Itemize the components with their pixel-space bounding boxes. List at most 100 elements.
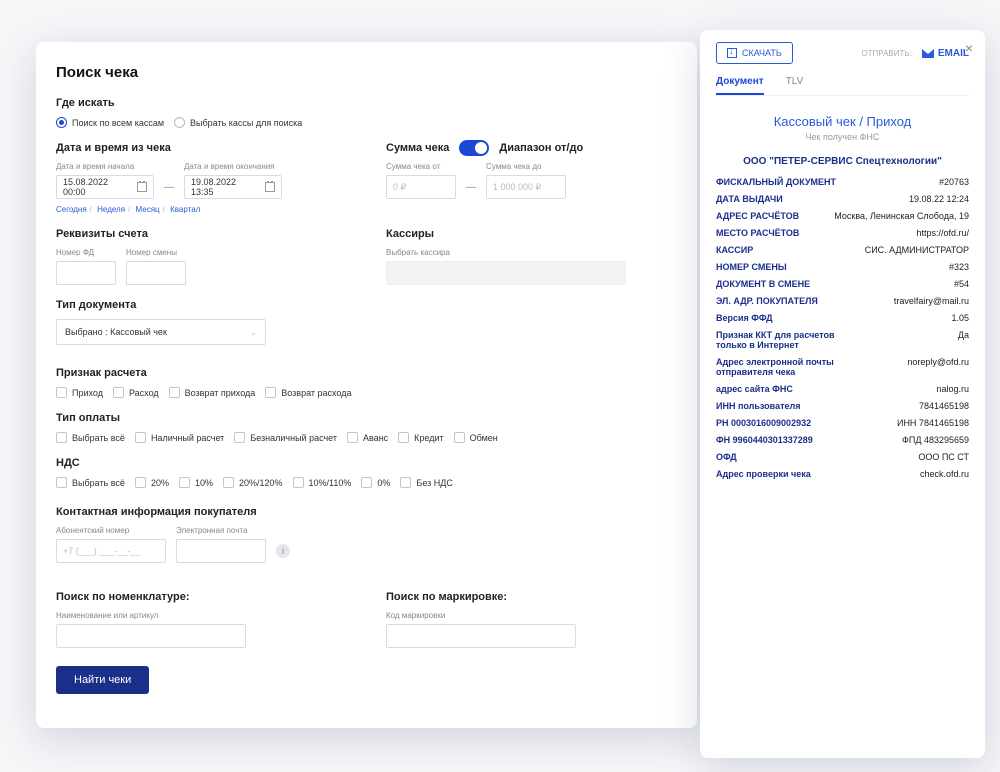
checkbox-icon	[400, 477, 411, 488]
tab-tlv[interactable]: TLV	[786, 76, 804, 95]
paytype-title: Тип оплаты	[56, 412, 677, 424]
checkbox-option[interactable]: Приход	[56, 387, 103, 398]
nomen-input[interactable]	[56, 624, 246, 648]
fd-input[interactable]	[56, 261, 116, 285]
checkbox-option[interactable]: Возврат расхода	[265, 387, 351, 398]
chevron-down-icon: ⌄	[249, 327, 257, 338]
calendar-icon	[265, 182, 275, 192]
checkbox-option[interactable]: Кредит	[398, 432, 443, 443]
date-end-input[interactable]: 19.08.2022 13:35	[184, 175, 282, 199]
doctype-select[interactable]: Выбрано : Кассовый чек⌄	[56, 319, 266, 345]
paytype-options: Выбрать всё Наличный расчет Безналичный ра…	[56, 432, 677, 443]
calc-title: Признак расчета	[56, 367, 677, 379]
link-month[interactable]: Месяц	[136, 205, 160, 214]
checkbox-option[interactable]: Возврат прихода	[169, 387, 256, 398]
download-icon	[727, 48, 737, 58]
search-panel: Поиск чека Где искать Поиск по всем касс…	[36, 42, 697, 728]
panel-title: Поиск чека	[56, 64, 677, 81]
range-toggle[interactable]	[459, 140, 489, 156]
checkbox-icon	[223, 477, 234, 488]
contact-title: Контактная информация покупателя	[56, 506, 677, 518]
nomen-title: Поиск по номенклатуре:	[56, 591, 386, 603]
link-week[interactable]: Неделя	[97, 205, 125, 214]
download-button[interactable]: СКАЧАТЬ	[716, 42, 793, 64]
checkbox-icon	[135, 477, 146, 488]
receipt-row: АДРЕС РАСЧЁТОВМосква, Ленинская Слобода,…	[716, 211, 969, 221]
account-title: Реквизиты счета	[56, 228, 386, 240]
sum-from-input[interactable]	[386, 175, 456, 199]
vat-title: НДС	[56, 457, 677, 469]
receipt-row: КАССИРСИС. АДМИНИСТРАТОР	[716, 245, 969, 255]
checkbox-icon	[135, 432, 146, 443]
link-quarter[interactable]: Квартал	[170, 205, 200, 214]
receipt-row: адрес сайта ФНСnalog.ru	[716, 384, 969, 394]
checkbox-icon	[361, 477, 372, 488]
receipt-row: РН 0003016009002932ИНН 7841465198	[716, 418, 969, 428]
checkbox-option[interactable]: Аванс	[347, 432, 388, 443]
shift-input[interactable]	[126, 261, 186, 285]
vat-options: Выбрать всё 20% 10% 20%/120% 10%/110% 0% Без Н…	[56, 477, 677, 488]
search-button[interactable]: Найти чеки	[56, 666, 149, 694]
close-icon[interactable]: ×	[965, 40, 973, 56]
mail-icon	[922, 49, 934, 58]
receipt-row: ДОКУМЕНТ В СМЕНЕ#54	[716, 279, 969, 289]
receipt-row: ИНН пользователя7841465198	[716, 401, 969, 411]
checkbox-option[interactable]: Выбрать всё	[56, 432, 125, 443]
checkbox-option[interactable]: Безналичный расчет	[234, 432, 337, 443]
email-input[interactable]	[176, 539, 266, 563]
checkbox-option[interactable]: 20%/120%	[223, 477, 283, 488]
email-button[interactable]: EMAIL	[922, 48, 969, 59]
date-start-input[interactable]: 15.08.2022 00:00	[56, 175, 154, 199]
receipt-row: Адрес проверки чекаcheck.ofd.ru	[716, 469, 969, 479]
sum-title: Сумма чека	[386, 142, 449, 154]
radio-icon	[174, 117, 185, 128]
receipt-row: ФН 9960440301337289ФПД 483295659	[716, 435, 969, 445]
checkbox-option[interactable]: 20%	[135, 477, 169, 488]
mark-input[interactable]	[386, 624, 576, 648]
checkbox-icon	[234, 432, 245, 443]
checkbox-option[interactable]: Расход	[113, 387, 159, 398]
checkbox-icon	[293, 477, 304, 488]
checkbox-icon	[56, 432, 67, 443]
calendar-icon	[137, 182, 147, 192]
where-title: Где искать	[56, 97, 677, 109]
receipt-row: ДАТА ВЫДАЧИ19.08.22 12:24	[716, 194, 969, 204]
radio-icon	[56, 117, 67, 128]
checkbox-icon	[347, 432, 358, 443]
checkbox-option[interactable]: Выбрать всё	[56, 477, 125, 488]
info-icon: i	[276, 544, 290, 558]
checkbox-icon	[398, 432, 409, 443]
receipt-subtitle: Чек получен ФНС	[716, 132, 969, 142]
receipt-rows: ФИСКАЛЬНЫЙ ДОКУМЕНТ#20763ДАТА ВЫДАЧИ19.0…	[716, 177, 969, 479]
phone-input[interactable]	[56, 539, 166, 563]
checkbox-option[interactable]: Наличный расчет	[135, 432, 224, 443]
checkbox-icon	[169, 387, 180, 398]
receipt-row: МЕСТО РАСЧЁТОВhttps://ofd.ru/	[716, 228, 969, 238]
checkbox-option[interactable]: 10%/110%	[293, 477, 352, 488]
range-label: Диапазон от/до	[499, 142, 583, 154]
checkbox-option[interactable]: Обмен	[454, 432, 498, 443]
receipt-panel: × СКАЧАТЬ ОТПРАВИТЬ: EMAIL Документ TLV …	[700, 30, 985, 758]
receipt-row: ЭЛ. АДР. ПОКУПАТЕЛЯtravelfairy@mail.ru	[716, 296, 969, 306]
calc-options: Приход Расход Возврат прихода Возврат расхо…	[56, 387, 677, 398]
link-today[interactable]: Сегодня	[56, 205, 87, 214]
receipt-title: Кассовый чек / Приход	[716, 114, 969, 129]
sum-to-input[interactable]	[486, 175, 566, 199]
checkbox-option[interactable]: Без НДС	[400, 477, 452, 488]
radio-all-kkt[interactable]: Поиск по всем кассам	[56, 117, 164, 128]
tab-document[interactable]: Документ	[716, 76, 764, 95]
cashiers-title: Кассиры	[386, 228, 677, 240]
receipt-row: НОМЕР СМЕНЫ#323	[716, 262, 969, 272]
checkbox-option[interactable]: 0%	[361, 477, 390, 488]
checkbox-icon	[56, 477, 67, 488]
receipt-row: Адрес электронной почты отправителя чека…	[716, 357, 969, 377]
receipt-row: Признак ККТ для расчетов только в Интерн…	[716, 330, 969, 350]
checkbox-option[interactable]: 10%	[179, 477, 213, 488]
doctype-title: Тип документа	[56, 299, 677, 311]
receipt-org: ООО "ПЕТЕР-СЕРВИС Спецтехнологии"	[716, 156, 969, 167]
cashier-select[interactable]	[386, 261, 626, 285]
radio-select-kkt[interactable]: Выбрать кассы для поиска	[174, 117, 302, 128]
receipt-row: ОФДООО ПС СТ	[716, 452, 969, 462]
receipt-row: Версия ФФД1.05	[716, 313, 969, 323]
checkbox-icon	[56, 387, 67, 398]
